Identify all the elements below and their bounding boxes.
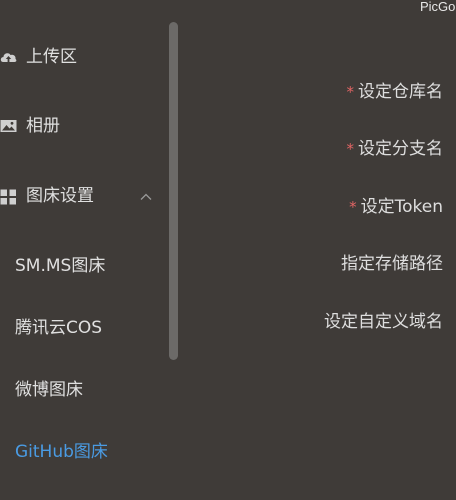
sidebar-item-label: 上传区: [26, 47, 77, 67]
required-mark: *: [346, 140, 355, 158]
sidebar-subitem-tencent-cos[interactable]: 腾讯云COS: [15, 305, 165, 345]
sidebar-subitem-smms[interactable]: SM.MS图床: [15, 243, 165, 283]
sidebar-item-label: 图床设置: [26, 186, 94, 206]
sidebar-item-upload[interactable]: 上传区: [0, 35, 165, 79]
custom-domain-label: 设定自定义域名: [324, 312, 443, 332]
sidebar-item-picbed-settings[interactable]: 图床设置: [0, 174, 165, 218]
github-settings-form: * 设定仓库名 * 设定分支名 * 设定Token 指定存储路径 设定自定义域名: [180, 0, 456, 500]
required-mark: *: [346, 83, 355, 101]
sidebar-scrollbar[interactable]: [169, 22, 178, 360]
storage-path-label: 指定存储路径: [341, 254, 443, 274]
grid-icon: [0, 186, 17, 206]
chevron-up-icon[interactable]: [139, 188, 153, 200]
sidebar-subitem-weibo[interactable]: 微博图床: [15, 367, 165, 407]
sidebar-subitem-github[interactable]: GitHub图床: [15, 429, 165, 469]
branch-name-label: * 设定分支名: [346, 139, 444, 159]
repo-name-label: * 设定仓库名: [346, 82, 444, 102]
cloud-upload-icon: [0, 47, 17, 67]
app-window: PicGo 上传区 相册 图床设置 SM.MS图床 腾讯云COS 微博图床 Gi…: [0, 0, 456, 500]
required-mark: *: [349, 198, 357, 216]
sidebar-item-gallery[interactable]: 相册: [0, 104, 165, 148]
sidebar-item-label: 相册: [26, 116, 60, 136]
image-icon: [0, 116, 17, 136]
sidebar: 上传区 相册 图床设置 SM.MS图床 腾讯云COS 微博图床 GitHub图床: [0, 0, 180, 500]
token-label: * 设定Token: [349, 197, 443, 217]
